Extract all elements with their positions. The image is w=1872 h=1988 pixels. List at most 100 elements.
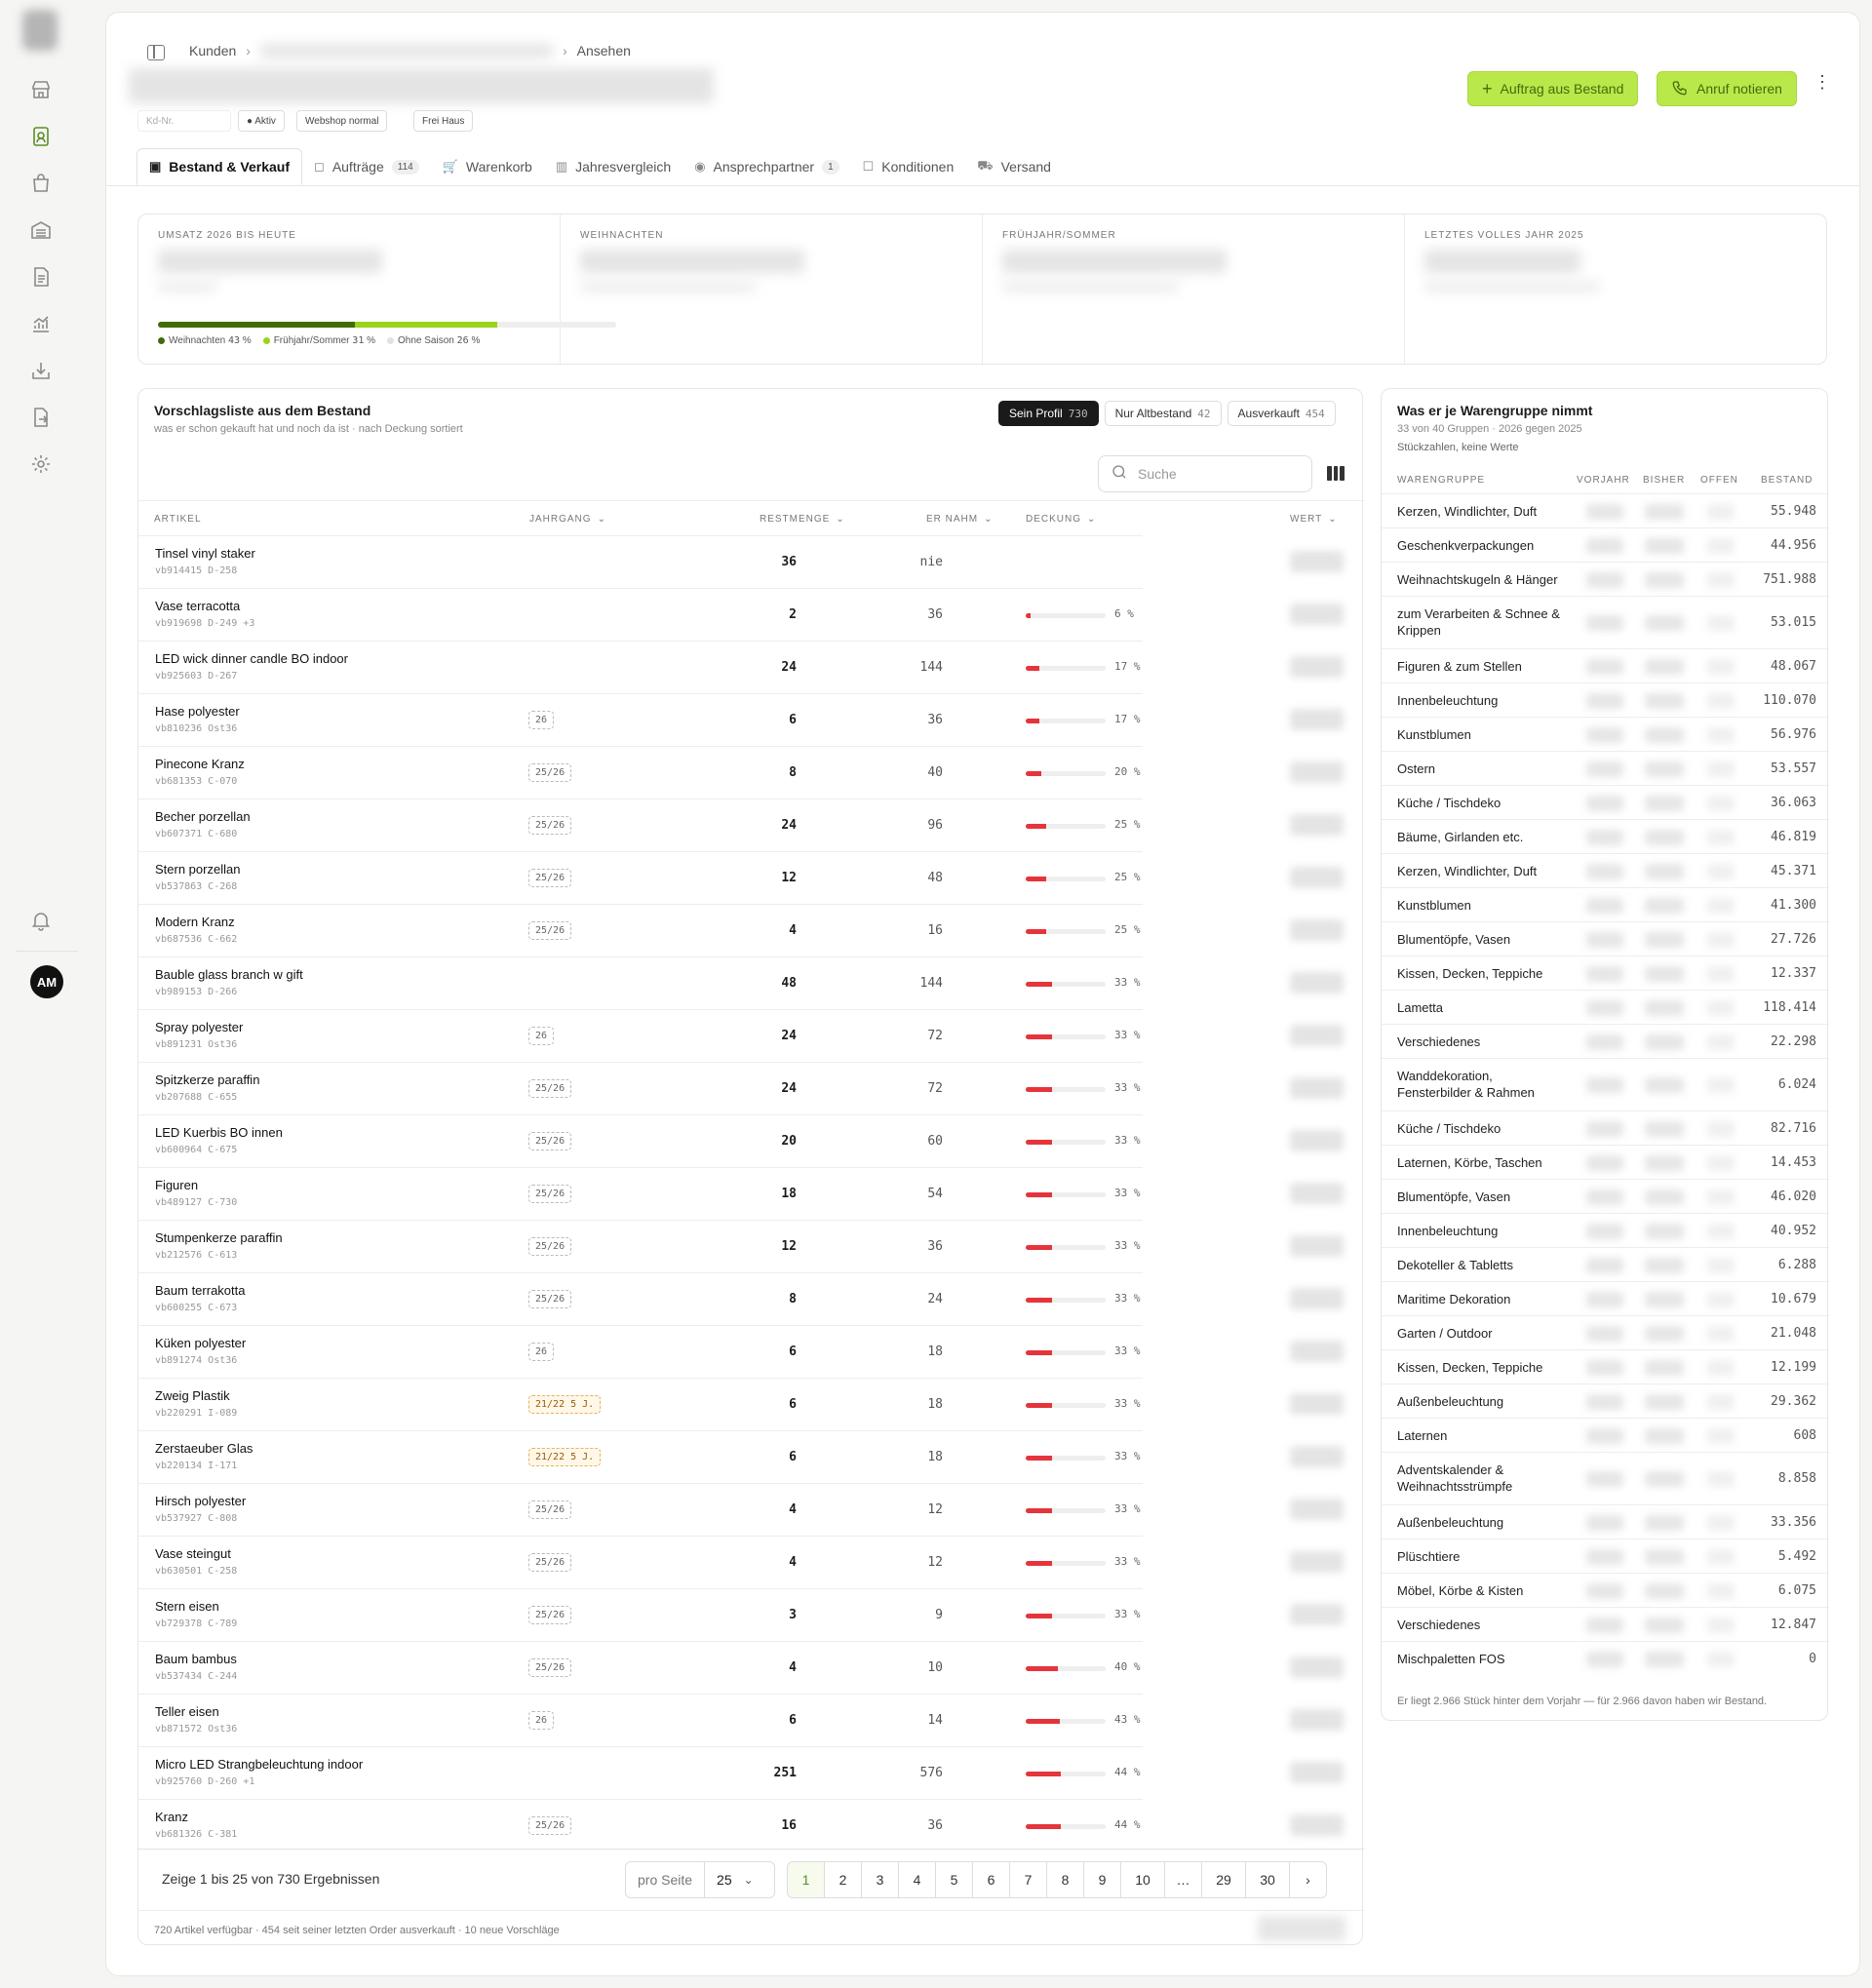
page-button[interactable]: 8 xyxy=(1046,1861,1084,1898)
table-row[interactable]: Küken polyester vb891274 Ost36 26 6 18 33 % xyxy=(138,1325,1143,1378)
page-button[interactable]: 7 xyxy=(1009,1861,1047,1898)
table-row[interactable]: Stern eisen vb729378 C-789 25/26 3 9 33 % xyxy=(138,1588,1143,1641)
season-split-bar xyxy=(158,322,616,328)
table-row[interactable]: Zweig Plastik vb220291 I-089 21/22 5 J. 6 18… xyxy=(138,1378,1143,1430)
coverage-bar xyxy=(1026,1772,1106,1776)
store-icon[interactable] xyxy=(27,76,55,103)
more-vertical-icon[interactable]: ⋮ xyxy=(1814,73,1831,91)
filter-label: Sein Profil xyxy=(1009,407,1063,420)
order-from-stock-button[interactable]: + Auftrag aus Bestand xyxy=(1467,71,1639,106)
coverage-percent: 33 % xyxy=(1114,1239,1141,1252)
per-page-select[interactable]: pro Seite 25 ⌄ xyxy=(625,1861,775,1898)
tab-6[interactable]: ⛟ Versand xyxy=(965,148,1063,185)
table-row[interactable]: Figuren vb489127 C-730 25/26 18 54 33 % xyxy=(138,1167,1143,1220)
table-row[interactable]: Teller eisen vb871572 Ost36 26 6 14 43 % xyxy=(138,1694,1143,1746)
table-row[interactable]: Micro LED Strangbeleuchtung indoor vb9257… xyxy=(138,1746,1143,1799)
page-button[interactable]: 4 xyxy=(898,1861,936,1898)
vintage-badge: 25/26 xyxy=(528,1553,572,1572)
bell-icon[interactable] xyxy=(27,907,55,934)
page-button[interactable]: 30 xyxy=(1245,1861,1290,1898)
col-deckung[interactable]: DECKUNG ⌄ xyxy=(1026,514,1096,525)
group-name: Kunstblumen xyxy=(1397,898,1471,913)
tab-divider xyxy=(105,185,1860,186)
table-row[interactable]: Vase steingut vb630501 C-258 25/26 4 12 33 % xyxy=(138,1536,1143,1588)
tab-1[interactable]: ◻ Aufträge 114 xyxy=(302,148,431,185)
table-row[interactable]: Tinsel vinyl staker vb914415 D-258 36 nie xyxy=(138,535,1143,588)
group-stock: 10.679 xyxy=(1771,1291,1816,1306)
vorjahr-redacted xyxy=(1586,795,1623,811)
table-row[interactable]: Modern Kranz vb687536 C-662 25/26 4 16 25 % xyxy=(138,904,1143,956)
document-icon[interactable] xyxy=(27,263,55,291)
sidebar-toggle-icon[interactable] xyxy=(147,45,165,60)
page-button[interactable]: 2 xyxy=(824,1861,862,1898)
bag-icon[interactable] xyxy=(27,170,55,197)
page-button[interactable]: 9 xyxy=(1083,1861,1121,1898)
table-row[interactable]: LED wick dinner candle BO indoor vb925603… xyxy=(138,641,1143,693)
tab-0[interactable]: ▣ Bestand & Verkauf xyxy=(136,148,303,185)
vorjahr-redacted xyxy=(1586,1325,1623,1342)
rest-quantity: 4 xyxy=(789,1660,797,1675)
table-row[interactable]: Hirsch polyester vb537927 C-808 25/26 4 12 33… xyxy=(138,1483,1143,1536)
page-button[interactable]: 3 xyxy=(861,1861,899,1898)
search-input[interactable]: Suche xyxy=(1098,455,1312,492)
filter-1[interactable]: Nur Altbestand 42 xyxy=(1104,401,1222,426)
col-jahrgang[interactable]: JAHRGANG ⌄ xyxy=(529,514,606,525)
ordered-quantity: 16 xyxy=(927,923,943,938)
table-row[interactable]: LED Kuerbis BO innen vb600964 C-675 25/26 2… xyxy=(138,1114,1143,1167)
bisher-redacted xyxy=(1645,571,1684,588)
table-row[interactable]: Kranz vb681326 C-381 25/26 16 36 44 % xyxy=(138,1799,1143,1852)
chart-icon[interactable] xyxy=(27,310,55,337)
page-button[interactable]: 29 xyxy=(1201,1861,1246,1898)
filter-2[interactable]: Ausverkauft 454 xyxy=(1227,401,1336,426)
table-row[interactable]: Baum bambus vb537434 C-244 25/26 4 10 40 % xyxy=(138,1641,1143,1694)
table-row[interactable]: Becher porzellan vb607371 C-680 25/26 24 96 2… xyxy=(138,799,1143,851)
page-button[interactable]: 5 xyxy=(935,1861,973,1898)
table-row[interactable]: Stumpenkerze paraffin vb212576 C-613 25/26… xyxy=(138,1220,1143,1272)
col-wert[interactable]: WERT ⌄ xyxy=(1290,514,1338,525)
warehouse-icon[interactable] xyxy=(27,216,55,244)
page-button[interactable]: … xyxy=(1164,1861,1202,1898)
col-ernahm[interactable]: ER NAHM ⌄ xyxy=(926,514,994,525)
columns-icon[interactable] xyxy=(1327,466,1346,481)
bisher-redacted xyxy=(1645,1154,1684,1171)
table-row[interactable]: Stern porzellan vb537863 C-268 25/26 12 48 25… xyxy=(138,851,1143,904)
chevron-down-icon: ⌄ xyxy=(984,514,994,525)
table-row[interactable]: Vase terracotta vb919698 D-249 +3 2 36 6 % xyxy=(138,588,1143,641)
tab-4[interactable]: ◉ Ansprechpartner 1 xyxy=(682,148,850,185)
table-row[interactable]: Bauble glass branch w gift vb989153 D-266… xyxy=(138,956,1143,1009)
ordered-quantity: 144 xyxy=(919,976,943,991)
table-row[interactable]: Spitzkerze paraffin vb207688 C-655 25/26 24… xyxy=(138,1062,1143,1114)
file-export-icon[interactable] xyxy=(27,404,55,431)
col-restmenge[interactable]: RESTMENGE ⌄ xyxy=(760,514,845,525)
tab-5[interactable]: ☐ Konditionen xyxy=(851,148,966,185)
gear-icon[interactable] xyxy=(27,450,55,478)
table-row[interactable]: Hase polyester vb810236 Ost36 26 6 36 17 % xyxy=(138,693,1143,746)
tab-label: Jahresvergleich xyxy=(575,159,672,175)
ordered-quantity: 18 xyxy=(927,1345,943,1359)
table-row[interactable]: Zerstaeuber Glas vb220134 I-171 21/22 5 J.… xyxy=(138,1430,1143,1483)
filter-0[interactable]: Sein Profil 730 xyxy=(998,401,1099,426)
page-button[interactable]: 6 xyxy=(972,1861,1010,1898)
customer-icon[interactable] xyxy=(27,123,55,150)
rest-quantity: 16 xyxy=(781,1818,797,1833)
table-row[interactable]: Baum terrakotta vb600255 C-673 25/26 8 24 33 … xyxy=(138,1272,1143,1325)
table-row[interactable]: Spray polyester vb891231 Ost36 26 24 72 33 % xyxy=(138,1009,1143,1062)
tab-2[interactable]: 🛒 Warenkorb xyxy=(431,148,544,185)
product-group-panel: Was er je Warengruppe nimmt 33 von 40 Gr… xyxy=(1381,388,1829,1721)
bisher-redacted xyxy=(1645,1548,1684,1565)
vorjahr-redacted xyxy=(1586,999,1623,1016)
next-page-icon[interactable]: › xyxy=(1289,1861,1327,1898)
log-call-button[interactable]: Anruf notieren xyxy=(1657,71,1797,106)
breadcrumb-kunden[interactable]: Kunden xyxy=(189,43,236,58)
pagination: 1 2 3 4 5 6 7 8 9 10… 29 30 › xyxy=(787,1861,1327,1898)
page-button[interactable]: 10 xyxy=(1120,1861,1165,1898)
avatar[interactable]: AM xyxy=(30,965,63,998)
page-button[interactable]: 1 xyxy=(787,1861,825,1898)
vintage-badge: 26 xyxy=(528,711,555,729)
table-row[interactable]: Pinecone Kranz vb681353 C-070 25/26 8 40 20 % xyxy=(138,746,1143,799)
filter-count: 42 xyxy=(1197,407,1211,420)
tab-3[interactable]: ▥ Jahresvergleich xyxy=(544,148,682,185)
coverage-percent: 33 % xyxy=(1114,1502,1141,1515)
download-icon[interactable] xyxy=(27,357,55,384)
bisher-redacted xyxy=(1645,1617,1684,1633)
